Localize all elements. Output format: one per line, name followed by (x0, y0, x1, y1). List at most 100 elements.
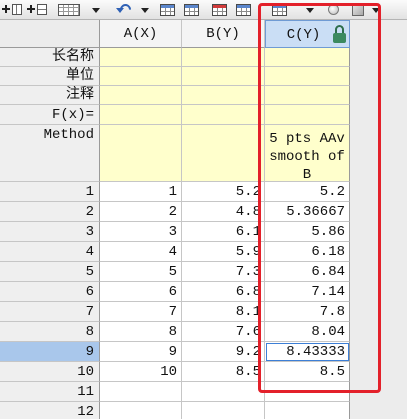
column-header-a[interactable]: A(X) (100, 20, 182, 48)
long-name-cell-b[interactable] (182, 48, 265, 67)
colored-table-icon[interactable] (212, 4, 227, 16)
units-row-header[interactable]: 单位 (0, 67, 100, 86)
caret-down-icon[interactable] (141, 8, 149, 13)
row-header[interactable]: 12 (0, 402, 100, 419)
table-row: 11 (0, 382, 350, 402)
cell-col-c[interactable]: 6.84 (265, 262, 350, 282)
caret-down-icon[interactable] (372, 8, 380, 13)
cell-col-a[interactable]: 3 (100, 222, 182, 242)
column-header-row: A(X) B(Y) C(Y) (0, 20, 350, 48)
comments-row-header[interactable]: 注释 (0, 86, 100, 105)
worksheet-grid: A(X) B(Y) C(Y) 长名称 单位 注释 F(x)= Method 5 … (0, 20, 407, 419)
cell-col-a[interactable]: 10 (100, 362, 182, 382)
cell-col-a[interactable]: 4 (100, 242, 182, 262)
cell-col-b[interactable]: 4.8 (182, 202, 265, 222)
cell-col-b[interactable]: 5.2 (182, 182, 265, 202)
comments-cell-b[interactable] (182, 86, 265, 105)
method-row: Method 5 pts AAv smooth of B (0, 125, 350, 182)
add-row-icon[interactable] (27, 3, 48, 16)
comments-cell-a[interactable] (100, 86, 182, 105)
table-row: 1 1 5.2 5.2 (0, 182, 350, 202)
cell-col-c-active[interactable]: 8.43333 (265, 342, 350, 362)
table-icon[interactable] (160, 4, 175, 16)
cell-col-a[interactable]: 2 (100, 202, 182, 222)
cell-col-c[interactable]: 6.18 (265, 242, 350, 262)
column-header-c[interactable]: C(Y) (265, 20, 350, 48)
corner-select-all-cell[interactable] (0, 20, 100, 48)
cell-col-c[interactable]: 5.86 (265, 222, 350, 242)
units-row: 单位 (0, 67, 350, 86)
cell-col-b[interactable]: 6.8 (182, 282, 265, 302)
cell-col-b[interactable] (182, 402, 265, 419)
cell-col-b[interactable]: 7.3 (182, 262, 265, 282)
row-header[interactable]: 2 (0, 202, 100, 222)
cell-col-a[interactable] (100, 402, 182, 419)
row-header[interactable]: 5 (0, 262, 100, 282)
cell-col-a[interactable]: 6 (100, 282, 182, 302)
table-icon[interactable] (236, 4, 251, 16)
cell-col-b[interactable]: 8.5 (182, 362, 265, 382)
cell-col-a[interactable]: 9 (100, 342, 182, 362)
caret-down-icon[interactable] (92, 8, 100, 13)
long-name-row-header[interactable]: 长名称 (0, 48, 100, 67)
cell-col-c[interactable]: 5.36667 (265, 202, 350, 222)
cell-col-b[interactable]: 9.2 (182, 342, 265, 362)
formula-cell-b[interactable] (182, 105, 265, 125)
column-header-b[interactable]: B(Y) (182, 20, 265, 48)
row-header-selected[interactable]: 9 (0, 342, 100, 362)
cell-col-c[interactable]: 7.14 (265, 282, 350, 302)
table-row: 10 10 8.5 8.5 (0, 362, 350, 382)
comments-row: 注释 (0, 86, 350, 105)
row-header[interactable]: 3 (0, 222, 100, 242)
table-row: 7 7 8.1 7.8 (0, 302, 350, 322)
cell-col-b[interactable] (182, 382, 265, 402)
row-header[interactable]: 6 (0, 282, 100, 302)
cell-col-a[interactable] (100, 382, 182, 402)
circle-icon[interactable] (328, 4, 339, 15)
cell-col-c[interactable]: 5.2 (265, 182, 350, 202)
units-cell-b[interactable] (182, 67, 265, 86)
method-cell-c[interactable]: 5 pts AAv smooth of B (265, 125, 350, 182)
table-icon[interactable] (184, 4, 199, 16)
units-cell-c[interactable] (265, 67, 350, 86)
formula-cell-c[interactable] (265, 105, 350, 125)
long-name-cell-a[interactable] (100, 48, 182, 67)
row-header[interactable]: 4 (0, 242, 100, 262)
method-cell-a[interactable] (100, 125, 182, 182)
worksheet-grid-icon[interactable] (58, 4, 80, 16)
caret-down-icon[interactable] (306, 8, 314, 13)
method-row-header[interactable]: Method (0, 125, 100, 182)
cell-col-c[interactable] (265, 402, 350, 419)
row-header[interactable]: 1 (0, 182, 100, 202)
row-header[interactable]: 8 (0, 322, 100, 342)
method-cell-b[interactable] (182, 125, 265, 182)
cell-col-b[interactable]: 5.9 (182, 242, 265, 262)
comments-cell-c[interactable] (265, 86, 350, 105)
formula-cell-a[interactable] (100, 105, 182, 125)
cell-col-b[interactable]: 6.1 (182, 222, 265, 242)
row-header[interactable]: 10 (0, 362, 100, 382)
formula-row-header[interactable]: F(x)= (0, 105, 100, 125)
cell-col-a[interactable]: 8 (100, 322, 182, 342)
cell-col-a[interactable]: 1 (100, 182, 182, 202)
cell-col-c[interactable] (265, 382, 350, 402)
formula-row: F(x)= (0, 105, 350, 125)
cell-col-c[interactable]: 7.8 (265, 302, 350, 322)
cell-col-b[interactable]: 7.6 (182, 322, 265, 342)
lock-icon[interactable] (333, 25, 346, 43)
row-header[interactable]: 7 (0, 302, 100, 322)
cell-col-a[interactable]: 7 (100, 302, 182, 322)
cell-col-a[interactable]: 5 (100, 262, 182, 282)
row-header[interactable]: 11 (0, 382, 100, 402)
cell-col-c[interactable]: 8.5 (265, 362, 350, 382)
long-name-cell-c[interactable] (265, 48, 350, 67)
cell-col-c[interactable]: 8.04 (265, 322, 350, 342)
cell-col-b[interactable]: 8.1 (182, 302, 265, 322)
table-row: 12 (0, 402, 350, 419)
table-icon[interactable] (272, 4, 287, 16)
add-column-icon[interactable] (2, 3, 23, 16)
units-cell-a[interactable] (100, 67, 182, 86)
table-row: 2 2 4.8 5.36667 (0, 202, 350, 222)
undo-icon[interactable] (116, 3, 132, 16)
square-icon[interactable] (352, 4, 364, 16)
